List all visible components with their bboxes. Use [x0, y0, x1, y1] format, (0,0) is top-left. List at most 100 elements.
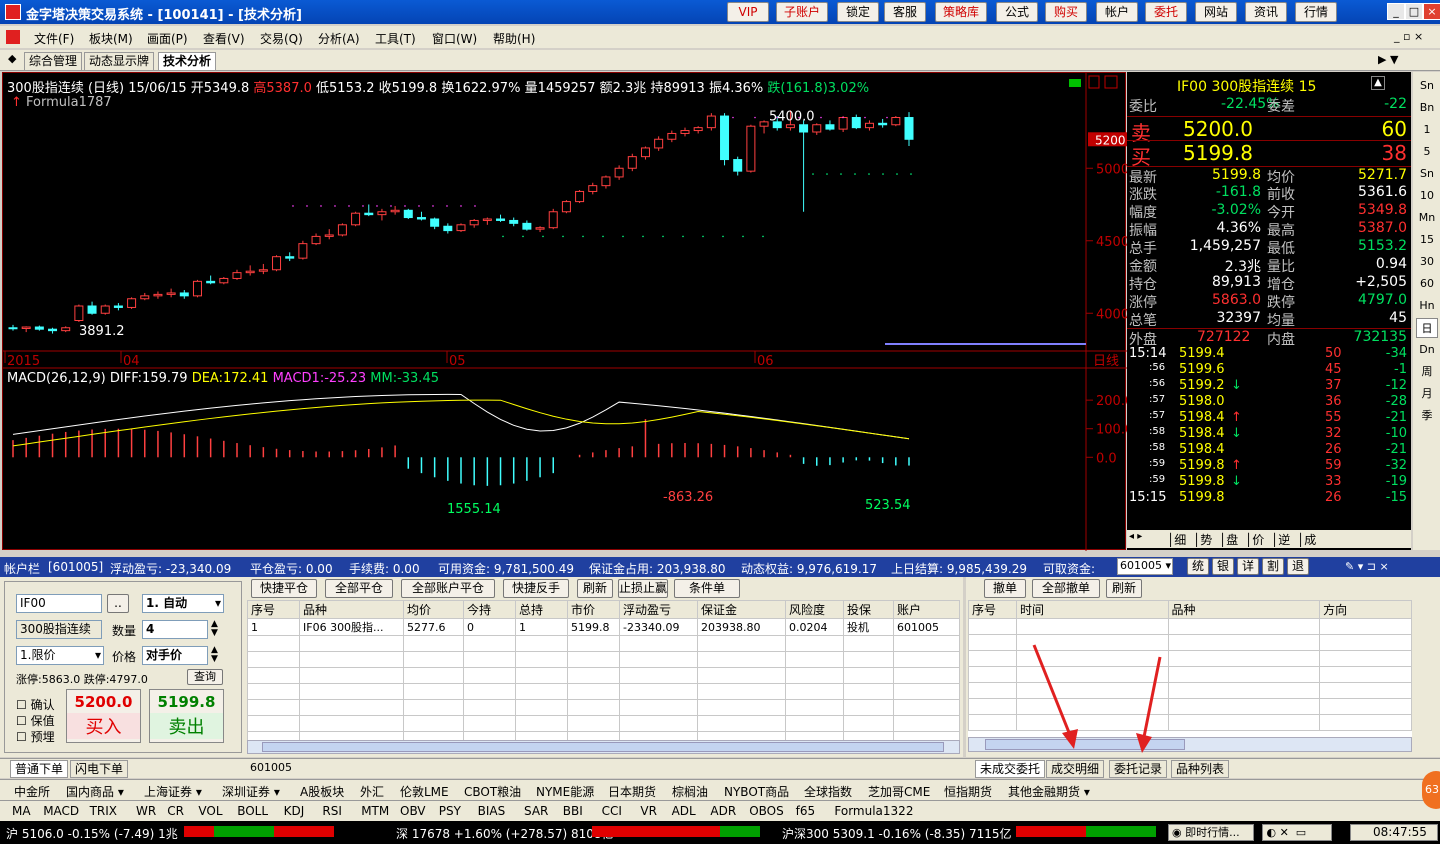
market-item-10[interactable]: 棕榈油	[672, 783, 708, 800]
titlebar-button-4[interactable]: 策略库	[935, 2, 987, 22]
position-button-3[interactable]: 快捷反手	[503, 579, 569, 598]
market-item-8[interactable]: NYME能源	[536, 783, 594, 800]
h-scrollbar[interactable]	[247, 740, 960, 754]
confirm-check[interactable]: ☐ 确认	[16, 696, 55, 713]
period-button-0[interactable]: Sn	[1416, 76, 1438, 96]
indicator-ma[interactable]: MA	[12, 804, 31, 818]
menu-item-7[interactable]: 窗口(W)	[432, 30, 477, 47]
pre-check[interactable]: ☐ 预埋	[16, 728, 55, 745]
price-type-select[interactable]: 1.限价 ▾	[16, 646, 104, 665]
market-item-11[interactable]: NYBOT商品	[724, 783, 789, 800]
indicator-sar[interactable]: SAR	[524, 804, 548, 818]
order-button-1[interactable]: 全部撤单	[1032, 579, 1100, 598]
titlebar-button-5[interactable]: 公式	[996, 2, 1038, 22]
indicator-bias[interactable]: BIAS	[478, 804, 506, 818]
tab-technical[interactable]: 技术分析	[158, 52, 217, 70]
titlebar-button-6[interactable]: 购买	[1045, 2, 1087, 22]
period-button-12[interactable]: Dn	[1416, 340, 1438, 360]
titlebar-button-1[interactable]: 子账户	[776, 2, 828, 22]
market-item-7[interactable]: CBOT粮油	[464, 783, 521, 800]
market-item-4[interactable]: A股板块	[300, 783, 344, 800]
minimize-icon[interactable]: _	[1387, 3, 1405, 20]
titlebar-button-11[interactable]: 行情	[1295, 2, 1337, 22]
price-stepper[interactable]: ▲ ▼	[211, 646, 218, 664]
symbol-search-button[interactable]: ..	[107, 594, 129, 613]
indicator-obv[interactable]: OBV	[400, 804, 426, 818]
quote-tab-0[interactable]: │细	[1167, 531, 1186, 548]
quote-tab-3[interactable]: │价	[1245, 531, 1264, 548]
indicator-trix[interactable]: TRIX	[90, 804, 117, 818]
notification-badge[interactable]: 63	[1422, 771, 1440, 809]
sell-button[interactable]: 5199.8 卖出	[149, 689, 224, 743]
position-button-5[interactable]: 止损止赢	[618, 579, 668, 598]
titlebar-button-0[interactable]: VIP	[727, 2, 769, 22]
market-item-0[interactable]: 中金所	[14, 783, 50, 800]
position-button-2[interactable]: 全部账户平仓	[401, 579, 495, 598]
titlebar-button-2[interactable]: 锁定	[837, 2, 879, 22]
qty-stepper[interactable]: ▲ ▼	[211, 620, 218, 638]
titlebar-button-9[interactable]: 网站	[1195, 2, 1237, 22]
market-item-6[interactable]: 伦敦LME	[400, 783, 449, 800]
menu-item-6[interactable]: 工具(T)	[375, 30, 416, 47]
chart-area[interactable]: 5000 4500 4000 5200 2015 04 05 06 日线 5400.0 3891.2…	[2, 72, 1133, 551]
kline-chart[interactable]: 5000 4500 4000 5200 2015 04 05 06 日线 5400.0 3891.2…	[3, 73, 1133, 551]
indicator-rsi[interactable]: RSI	[322, 804, 342, 818]
quote-tab-5[interactable]: │成	[1297, 531, 1316, 548]
quote-tab-4[interactable]: │逆	[1271, 531, 1290, 548]
market-item-13[interactable]: 芝加哥CME	[868, 783, 930, 800]
indicator-vr[interactable]: VR	[640, 804, 657, 818]
indicator-cci[interactable]: CCI	[602, 804, 622, 818]
order-button-0[interactable]: 撤单	[984, 579, 1026, 598]
quote-tab-2[interactable]: │盘	[1219, 531, 1238, 548]
account-tool-4[interactable]: 退	[1287, 558, 1309, 575]
market-item-9[interactable]: 日本期货	[608, 783, 656, 800]
period-button-15[interactable]: 季	[1416, 406, 1438, 426]
period-button-14[interactable]: 月	[1416, 384, 1438, 404]
window-controls[interactable]: _ ▫ ×	[1394, 30, 1423, 43]
tab-pending-orders[interactable]: 未成交委托	[975, 760, 1046, 778]
position-button-6[interactable]: 条件单	[674, 579, 740, 598]
period-button-5[interactable]: 10	[1416, 186, 1438, 206]
indicator-vol[interactable]: VOL	[198, 804, 222, 818]
titlebar-button-8[interactable]: 委托	[1145, 2, 1187, 22]
period-button-9[interactable]: 60	[1416, 274, 1438, 294]
market-item-15[interactable]: 其他金融期货 ▾	[1008, 783, 1090, 800]
period-button-3[interactable]: 5	[1416, 142, 1438, 162]
menu-item-0[interactable]: 文件(F)	[34, 30, 74, 47]
period-button-6[interactable]: Mn	[1416, 208, 1438, 228]
status-icons[interactable]: ◐ ✕ ▭	[1262, 824, 1332, 841]
period-button-4[interactable]: Sn	[1416, 164, 1438, 184]
expand-icon[interactable]: ▲	[1371, 76, 1385, 90]
price-input[interactable]: 对手价	[142, 646, 208, 665]
live-quote-button[interactable]: ◉ 即时行情...	[1168, 824, 1254, 841]
quote-tab-1[interactable]: │势	[1193, 531, 1212, 548]
query-button[interactable]: 查询	[187, 669, 223, 685]
tab-trade-details[interactable]: 成交明细	[1046, 760, 1105, 778]
period-button-2[interactable]: 1	[1416, 120, 1438, 140]
symbol-input[interactable]: IF00	[16, 594, 102, 613]
market-item-14[interactable]: 恒指期货	[944, 783, 992, 800]
panel-controls-icon[interactable]: ✎ ▾ ⊐ ×	[1345, 560, 1389, 573]
menu-item-1[interactable]: 板块(M)	[89, 30, 133, 47]
indicator-psy[interactable]: PSY	[439, 804, 461, 818]
period-button-7[interactable]: 15	[1416, 230, 1438, 250]
close-icon[interactable]: ×	[1423, 3, 1440, 20]
indicator-adr[interactable]: ADR	[710, 804, 736, 818]
menu-item-5[interactable]: 分析(A)	[318, 30, 360, 47]
tab-order-records[interactable]: 委托记录	[1109, 760, 1168, 778]
market-item-5[interactable]: 外汇	[360, 783, 384, 800]
menu-item-4[interactable]: 交易(Q)	[260, 30, 303, 47]
buy-button[interactable]: 5200.0 买入	[66, 689, 141, 743]
indicator-f65[interactable]: f65	[796, 804, 816, 818]
titlebar-button-10[interactable]: 资讯	[1245, 2, 1287, 22]
pin-icon[interactable]: ◆	[8, 52, 16, 65]
indicator-kdj[interactable]: KDJ	[284, 804, 305, 818]
period-button-8[interactable]: 30	[1416, 252, 1438, 272]
table-row[interactable]: 1 IF06 300股指... 5277.6 0 1 5199.8 -23340.09 203…	[247, 618, 960, 636]
menu-item-2[interactable]: 画面(P)	[147, 30, 188, 47]
quote-tab-nav-icon[interactable]: ◂ ▸	[1129, 531, 1142, 542]
account-tool-3[interactable]: 割	[1262, 558, 1284, 575]
position-button-1[interactable]: 全部平仓	[325, 579, 393, 598]
position-button-0[interactable]: 快捷平仓	[251, 579, 317, 598]
period-button-11[interactable]: 日	[1416, 318, 1438, 338]
